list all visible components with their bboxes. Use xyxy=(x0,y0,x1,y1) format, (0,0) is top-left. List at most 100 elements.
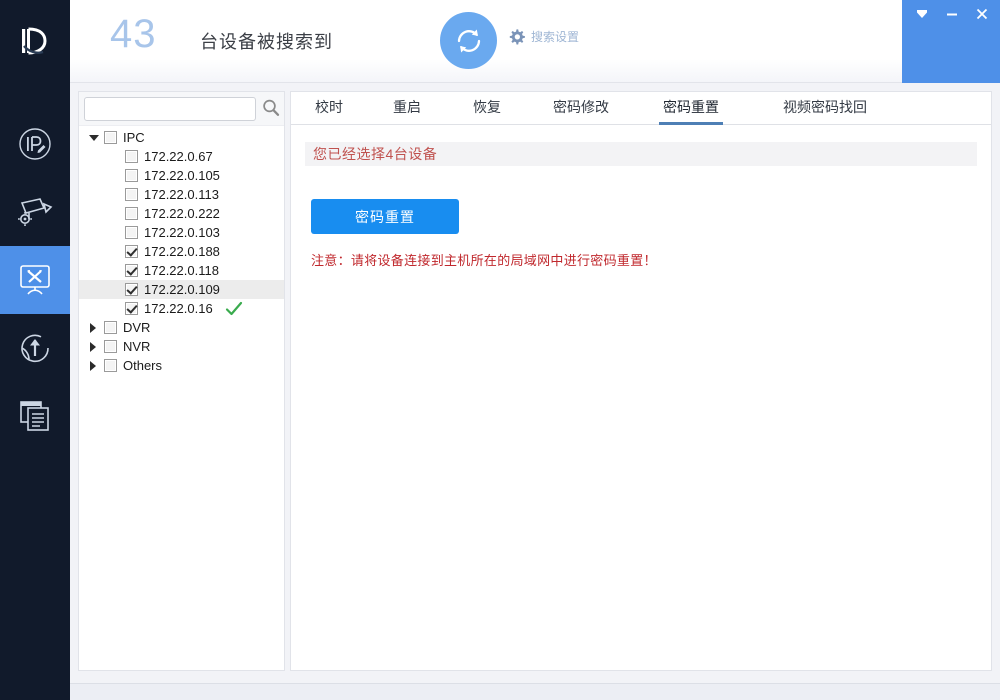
tree-group-ipc[interactable]: IPC xyxy=(79,128,284,147)
group-checkbox[interactable] xyxy=(104,359,117,372)
tree-device-item[interactable]: 172.22.0.103 xyxy=(79,223,284,242)
app-window: 43 台设备被搜索到 搜索设置 xyxy=(0,0,1000,700)
device-checkbox[interactable] xyxy=(125,226,138,239)
device-count: 43 xyxy=(110,12,157,57)
refresh-sync-icon xyxy=(452,24,486,58)
sidebar-item-firmware-upgrade[interactable] xyxy=(0,314,70,382)
device-ip-label: 172.22.0.118 xyxy=(144,261,219,280)
search-settings-button[interactable]: 搜索设置 xyxy=(508,28,579,45)
documents-icon xyxy=(17,399,53,433)
tree-device-item[interactable]: 172.22.0.109 xyxy=(79,280,284,299)
tree-device-item[interactable]: 172.22.0.188 xyxy=(79,242,284,261)
sidebar-item-logs[interactable] xyxy=(0,382,70,450)
sidebar-item-ip-edit[interactable] xyxy=(0,110,70,178)
group-label: Others xyxy=(123,356,162,375)
device-checkbox[interactable] xyxy=(125,283,138,296)
device-ip-label: 172.22.0.113 xyxy=(144,185,219,204)
tree-device-item[interactable]: 172.22.0.105 xyxy=(79,166,284,185)
device-tree: IPC172.22.0.67172.22.0.105172.22.0.11317… xyxy=(79,128,284,375)
group-label: DVR xyxy=(123,318,150,337)
device-ip-label: 172.22.0.109 xyxy=(144,280,220,299)
tree-device-item[interactable]: 172.22.0.113 xyxy=(79,185,284,204)
device-ip-label: 172.22.0.103 xyxy=(144,223,220,242)
device-checkbox[interactable] xyxy=(125,150,138,163)
tab-2[interactable]: 恢复 xyxy=(469,92,505,125)
gear-icon xyxy=(508,28,525,45)
sidebar-item-device-tools[interactable] xyxy=(0,246,70,314)
tab-3[interactable]: 密码修改 xyxy=(549,92,613,125)
warning-note: 注意：请将设备连接到主机所在的局域网中进行密码重置！ xyxy=(311,250,657,269)
sidebar-item-camera-config[interactable] xyxy=(0,178,70,246)
device-ip-label: 172.22.0.67 xyxy=(144,147,213,166)
chevron-right-icon[interactable] xyxy=(87,359,100,372)
device-checkbox[interactable] xyxy=(125,264,138,277)
status-bar xyxy=(70,683,1000,700)
tab-label: 恢复 xyxy=(473,99,501,115)
device-count-label: 台设备被搜索到 xyxy=(200,28,333,54)
device-checkbox[interactable] xyxy=(125,302,138,315)
ok-check-icon xyxy=(225,301,243,317)
ip-edit-icon xyxy=(17,126,53,162)
selection-banner: 您已经选择4台设备 xyxy=(305,142,977,166)
header-bar: 43 台设备被搜索到 搜索设置 xyxy=(70,0,1000,83)
tree-search-row xyxy=(79,92,284,126)
window-controls-block xyxy=(902,0,1000,83)
group-checkbox[interactable] xyxy=(104,340,117,353)
tree-device-item[interactable]: 172.22.0.222 xyxy=(79,204,284,223)
left-navigation-rail xyxy=(0,0,70,700)
group-label: NVR xyxy=(123,337,150,356)
device-tree-panel: IPC172.22.0.67172.22.0.105172.22.0.11317… xyxy=(78,91,285,671)
status-ok-check xyxy=(225,301,243,317)
device-checkbox[interactable] xyxy=(125,188,138,201)
camera-gear-icon xyxy=(16,195,54,229)
search-settings-label: 搜索设置 xyxy=(531,28,579,45)
chevron-right-icon[interactable] xyxy=(87,340,100,353)
close-button[interactable] xyxy=(974,6,990,22)
tab-5[interactable]: 视频密码找回 xyxy=(779,92,871,125)
chevron-down-icon[interactable] xyxy=(87,131,100,144)
password-reset-button[interactable]: 密码重置 xyxy=(311,199,459,234)
close-icon xyxy=(975,7,989,21)
tab-0[interactable]: 校时 xyxy=(311,92,347,125)
device-ip-label: 172.22.0.188 xyxy=(144,242,220,261)
tab-label: 重启 xyxy=(393,99,421,115)
tab-label: 密码重置 xyxy=(663,99,719,115)
tab-label: 校时 xyxy=(315,99,343,115)
id-monogram-logo-icon xyxy=(15,22,55,62)
content-panel: 校时重启恢复密码修改密码重置视频密码找回 您已经选择4台设备 密码重置 注意：请… xyxy=(290,91,992,671)
minimize-icon xyxy=(945,7,959,21)
chevron-down-filled-icon xyxy=(915,7,929,21)
menu-button[interactable] xyxy=(914,6,930,22)
device-checkbox[interactable] xyxy=(125,245,138,258)
device-checkbox[interactable] xyxy=(125,169,138,182)
tab-label: 视频密码找回 xyxy=(783,99,867,115)
group-checkbox[interactable] xyxy=(104,321,117,334)
tab-4[interactable]: 密码重置 xyxy=(659,92,723,125)
group-label: IPC xyxy=(123,128,145,147)
search-icon xyxy=(261,98,281,118)
device-ip-label: 172.22.0.16 xyxy=(144,299,213,318)
tab-bar: 校时 重启 恢复 密码修改 密码重置 视频密码找回 xyxy=(291,92,991,125)
search-input[interactable] xyxy=(84,97,256,121)
device-checkbox[interactable] xyxy=(125,207,138,220)
window-controls xyxy=(914,6,990,22)
tree-device-item[interactable]: 172.22.0.16 xyxy=(79,299,284,318)
device-ip-label: 172.22.0.105 xyxy=(144,166,220,185)
monitor-tools-icon xyxy=(15,262,55,298)
chevron-right-icon[interactable] xyxy=(87,321,100,334)
search-button[interactable] xyxy=(261,98,281,118)
tree-group-dvr[interactable]: DVR xyxy=(79,318,284,337)
tree-group-others[interactable]: Others xyxy=(79,356,284,375)
tree-device-item[interactable]: 172.22.0.118 xyxy=(79,261,284,280)
app-logo xyxy=(0,0,70,83)
refresh-button[interactable] xyxy=(440,12,497,69)
tree-device-item[interactable]: 172.22.0.67 xyxy=(79,147,284,166)
group-checkbox[interactable] xyxy=(104,131,117,144)
tab-1[interactable]: 重启 xyxy=(389,92,425,125)
upload-arrow-icon xyxy=(17,330,53,366)
tab-label: 密码修改 xyxy=(553,99,609,115)
rail-item-list xyxy=(0,110,70,450)
minimize-button[interactable] xyxy=(944,6,960,22)
device-ip-label: 172.22.0.222 xyxy=(144,204,220,223)
tree-group-nvr[interactable]: NVR xyxy=(79,337,284,356)
